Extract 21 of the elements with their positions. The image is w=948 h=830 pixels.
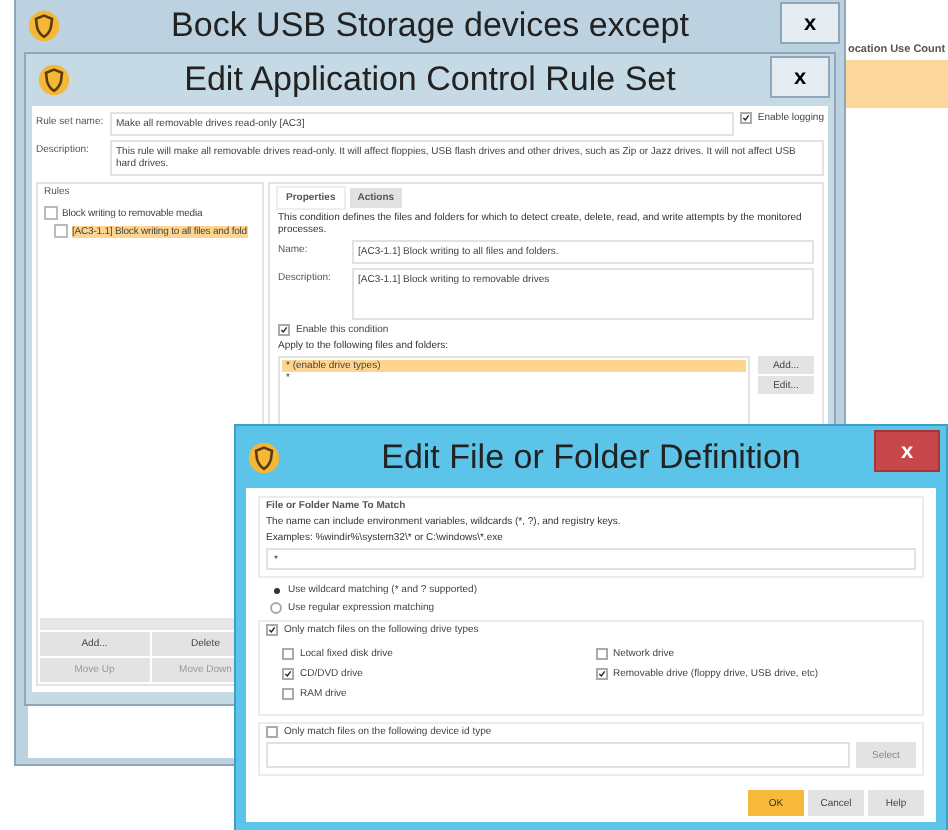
checkbox[interactable] xyxy=(739,112,752,124)
window-title: Edit Application Control Rule Set xyxy=(184,60,676,100)
checkbox[interactable] xyxy=(282,688,294,700)
checkbox[interactable] xyxy=(595,648,607,660)
checkbox[interactable] xyxy=(278,324,290,336)
window-title: Edit File or Folder Definition xyxy=(381,437,801,477)
close-button[interactable]: x xyxy=(874,430,940,472)
checkbox[interactable] xyxy=(282,668,294,680)
shield-icon xyxy=(28,10,60,42)
radio-button[interactable] xyxy=(270,602,282,614)
shield-icon xyxy=(248,441,280,473)
close-button[interactable]: x xyxy=(780,2,840,44)
row-highlight xyxy=(840,60,948,108)
shield-icon xyxy=(38,64,70,96)
checkbox[interactable] xyxy=(282,648,294,660)
checkbox[interactable] xyxy=(595,668,607,680)
checkbox[interactable] xyxy=(266,726,278,738)
device-id-input[interactable] xyxy=(266,742,850,768)
close-button[interactable]: x xyxy=(770,56,830,98)
checkbox[interactable] xyxy=(266,624,278,636)
window-title: Bock USB Storage devices except xyxy=(171,6,689,46)
